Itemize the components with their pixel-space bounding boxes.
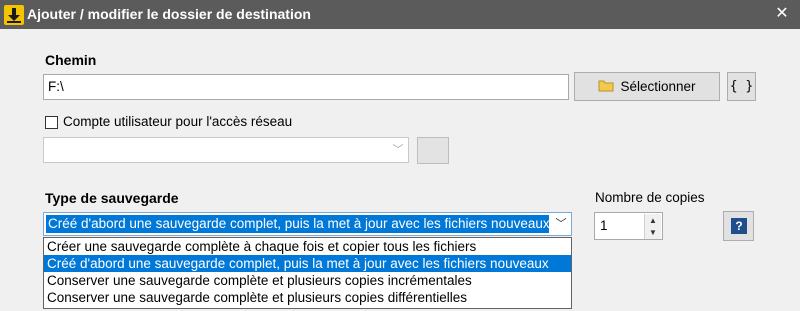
network-account-checkbox[interactable]	[45, 116, 58, 129]
dropdown-option[interactable]: Conserver une sauvegarde complète et plu…	[44, 289, 571, 306]
spin-down-icon[interactable]: ▼	[644, 226, 661, 239]
close-button[interactable]: ✕	[770, 3, 794, 25]
copies-label: Nombre de copies	[595, 190, 705, 205]
backup-type-select[interactable]: Créé d'abord une sauvegarde complet, pui…	[43, 212, 572, 236]
network-account-button[interactable]	[417, 137, 449, 164]
help-icon: ?	[731, 218, 747, 234]
network-account-select[interactable]: ﹀	[43, 137, 409, 163]
folder-icon	[598, 74, 614, 101]
dropdown-option-selected[interactable]: Créé d'abord une sauvegarde complet, pui…	[44, 255, 571, 272]
backup-type-label: Type de sauvegarde	[45, 190, 179, 206]
path-input[interactable]: F:\	[43, 74, 569, 100]
network-account-label: Compte utilisateur pour l'accès réseau	[63, 114, 293, 129]
close-icon: ✕	[775, 5, 789, 22]
copies-value: 1	[600, 218, 608, 233]
copies-spinbox[interactable]: 1 ▲ ▼	[594, 212, 663, 240]
dropdown-option[interactable]: Créer une sauvegarde complète à chaque f…	[44, 238, 571, 255]
path-label: Chemin	[45, 52, 97, 68]
dropdown-option[interactable]: Conserver une sauvegarde complète et plu…	[44, 272, 571, 289]
backup-type-dropdown: Créer une sauvegarde complète à chaque f…	[43, 237, 572, 309]
help-button[interactable]: ?	[723, 211, 754, 241]
variables-button[interactable]: { }	[727, 72, 756, 101]
select-folder-button[interactable]: Sélectionner	[574, 72, 720, 101]
app-icon	[4, 5, 24, 25]
select-button-label: Sélectionner	[620, 79, 696, 94]
window-title: Ajouter / modifier le dossier de destina…	[27, 6, 311, 22]
chevron-down-icon: ﹀	[555, 218, 567, 230]
backup-type-selected-value: Créé d'abord une sauvegarde complet, pui…	[46, 215, 549, 233]
title-bar: Ajouter / modifier le dossier de destina…	[0, 0, 800, 29]
chevron-down-icon: ﹀	[392, 144, 404, 156]
